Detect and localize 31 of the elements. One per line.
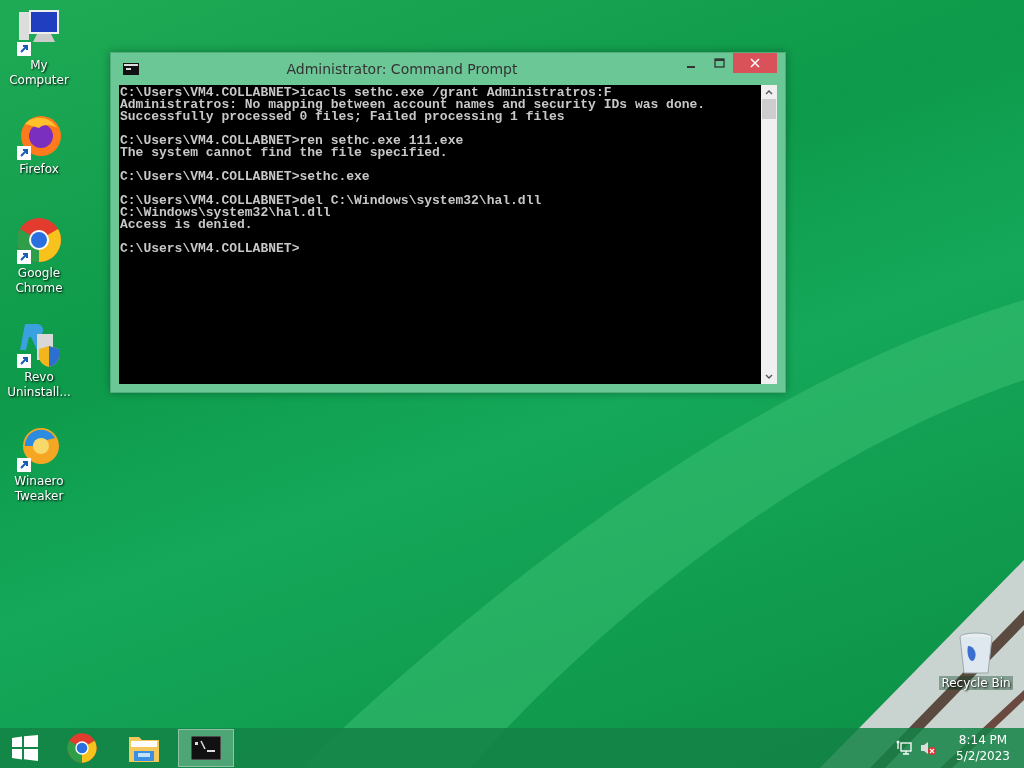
icon-label[interactable]: Firefox (19, 162, 59, 177)
console-line: Administratros: No mapping between account names and security IDs was done. (120, 98, 706, 111)
close-icon (750, 58, 760, 68)
icon-label[interactable]: Google Chrome (0, 266, 78, 296)
network-icon[interactable] (896, 740, 913, 756)
console-line: Access is denied. (120, 218, 253, 231)
window-title: Administrator: Command Prompt (285, 60, 519, 77)
muted-speaker-icon[interactable] (920, 740, 937, 756)
clock[interactable]: 8:14 PM 5/2/2023 (956, 732, 1010, 764)
console-line: C:\Users\VM4.COLLABNET>ren sethc.exe 111.exe (120, 134, 464, 147)
chrome-icon (66, 732, 98, 764)
console-line: C:\Users\VM4.COLLABNET>icacls sethc.exe /grant Administratros:F (120, 86, 612, 99)
console-icon (123, 62, 139, 75)
recycle-bin-icon (958, 632, 994, 676)
chrome-icon (15, 216, 63, 264)
console-taskbar-button[interactable] (178, 729, 234, 767)
console-line: C:\Windows\system32\hal.dll (120, 206, 331, 219)
icon-label[interactable]: My Computer (0, 58, 78, 88)
console-line: C:\Users\VM4.COLLABNET> (120, 242, 300, 255)
scrollbar[interactable] (761, 84, 777, 384)
maximize-icon (713, 58, 725, 68)
console-icon (191, 736, 221, 760)
console-line: C:\Users\VM4.COLLABNET>sethc.exe (120, 170, 370, 183)
icon-label[interactable]: Winaero Tweaker (0, 474, 78, 504)
console-line: C:\Users\VM4.COLLABNET>del C:\Windows\system32\hal.dll (120, 194, 542, 207)
minimize-icon (687, 66, 695, 68)
windows-logo-icon (12, 735, 38, 761)
console-line: The system cannot find the file specified. (120, 146, 448, 159)
console-line: Successfully processed 0 files; Failed processing 1 files (120, 110, 565, 123)
icon-label[interactable]: Revo Uninstall... (0, 370, 78, 400)
scroll-thumb[interactable] (762, 98, 776, 119)
